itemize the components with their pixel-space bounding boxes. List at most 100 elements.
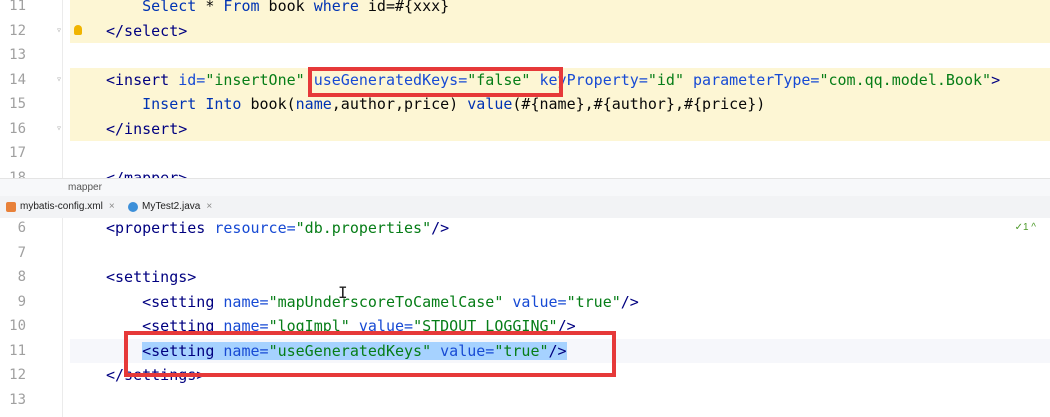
code-text: <insert id="insertOne" useGeneratedKeys=… bbox=[106, 68, 1050, 93]
code-text: </insert> bbox=[106, 117, 1050, 142]
code-text: <setting name="mapUnderscoreToCamelCase"… bbox=[106, 290, 1050, 315]
highlight-box-usegeneratedkeys-false bbox=[308, 67, 563, 97]
code-token: <settings> bbox=[106, 268, 197, 286]
code-token: Insert bbox=[142, 95, 197, 113]
breadcrumb[interactable]: mapper bbox=[0, 178, 1050, 196]
code-token: <insert bbox=[106, 70, 179, 89]
code-text: </select> bbox=[106, 19, 1050, 44]
line-number: 13 bbox=[9, 391, 26, 408]
code-token: </mapper> bbox=[106, 168, 188, 179]
code-line[interactable]: 6 <properties resource="db.properties"/> bbox=[0, 218, 1050, 241]
line-number: 12 bbox=[9, 22, 26, 39]
code-line[interactable]: 7 bbox=[0, 241, 1050, 266]
line-number: 9 bbox=[17, 293, 26, 310]
code-line[interactable]: 8 <settings> bbox=[0, 265, 1050, 290]
code-token: "mapUnderscoreToCamelCase" bbox=[268, 292, 504, 311]
xml-file-icon bbox=[6, 202, 16, 212]
tab-label: mybatis-config.xml bbox=[20, 201, 103, 212]
code-token: </select> bbox=[106, 21, 188, 40]
fold-marker-icon[interactable]: ▿ bbox=[56, 25, 65, 35]
line-number: 16 bbox=[9, 120, 26, 137]
code-token: <properties bbox=[106, 219, 215, 237]
editor-tab-bar: mybatis-config.xml × MyTest2.java × bbox=[0, 196, 1050, 220]
java-class-icon bbox=[128, 202, 138, 212]
line-number: 8 bbox=[17, 269, 26, 285]
line-number: 11 bbox=[9, 0, 26, 14]
code-text: </mapper> bbox=[106, 166, 1050, 179]
code-token: /> bbox=[431, 219, 450, 237]
code-token: value bbox=[467, 95, 513, 113]
code-line[interactable]: 17 bbox=[0, 141, 1050, 166]
inspection-widget[interactable]: ✓1 ^ bbox=[1015, 222, 1036, 233]
code-token: "com.qq.model.Book" bbox=[819, 70, 992, 89]
code-token: value= bbox=[512, 292, 567, 311]
code-line[interactable]: 9 <setting name="mapUnderscoreToCamelCas… bbox=[0, 290, 1050, 315]
line-number: 10 bbox=[9, 318, 26, 334]
code-text: <properties resource="db.properties"/> bbox=[106, 218, 1050, 241]
code-line[interactable]: 18 </mapper> bbox=[0, 166, 1050, 179]
code-token: "id" bbox=[647, 70, 684, 89]
code-token: From bbox=[223, 0, 260, 15]
line-number: 12 bbox=[9, 367, 26, 383]
code-token: book bbox=[259, 0, 314, 15]
code-line[interactable]: 13 bbox=[0, 388, 1050, 413]
line-number: 13 bbox=[9, 47, 26, 63]
code-token: "db.properties" bbox=[295, 219, 432, 237]
code-token: id=#{xxx} bbox=[358, 0, 450, 15]
code-line[interactable]: 11 Select * From book where id=#{xxx} bbox=[0, 0, 1050, 19]
line-number: 6 bbox=[17, 220, 26, 236]
code-token: name bbox=[295, 95, 332, 113]
code-token: "true" bbox=[566, 292, 621, 311]
code-token: </insert> bbox=[106, 119, 188, 138]
line-number: 15 bbox=[9, 96, 26, 112]
close-icon[interactable]: × bbox=[109, 196, 115, 218]
code-token: id= bbox=[178, 70, 206, 89]
code-line[interactable]: 12 ▿ </select> bbox=[0, 18, 1050, 44]
code-token: /> bbox=[620, 292, 639, 311]
code-token: where bbox=[313, 0, 359, 15]
tab-mybatis-config[interactable]: mybatis-config.xml × bbox=[6, 196, 118, 220]
code-token: "insertOne" bbox=[205, 70, 305, 89]
code-token: (#{name},#{author},#{price}) bbox=[512, 95, 766, 113]
code-text: <settings> bbox=[106, 265, 1050, 290]
code-token: <setting bbox=[142, 292, 224, 311]
code-line[interactable]: 13 bbox=[0, 43, 1050, 68]
code-token: resource= bbox=[214, 219, 296, 237]
code-token: ,author,price) bbox=[331, 95, 468, 113]
code-token: * bbox=[196, 0, 224, 15]
code-line[interactable]: 16 ▿ </insert> bbox=[0, 116, 1050, 142]
code-text: Insert Into book(name,author,price) valu… bbox=[106, 92, 1050, 117]
close-icon[interactable]: × bbox=[206, 196, 212, 218]
code-text: Select * From book where id=#{xxx} bbox=[106, 0, 1050, 19]
mybatis-config-editor-pane[interactable]: 6 <properties resource="db.properties"/> 7… bbox=[0, 218, 1050, 417]
code-token: book( bbox=[241, 95, 296, 113]
line-number: 11 bbox=[9, 342, 26, 359]
line-number: 18 bbox=[9, 169, 26, 179]
intention-bulb-icon[interactable] bbox=[74, 24, 82, 35]
fold-marker-icon[interactable]: ▿ bbox=[56, 123, 65, 133]
breadcrumb-item[interactable]: mapper bbox=[68, 179, 102, 196]
line-number: 17 bbox=[9, 145, 26, 161]
code-token: Select bbox=[142, 0, 197, 15]
mapper-editor-pane[interactable]: 11 Select * From book where id=#{xxx} 12 ▿… bbox=[0, 0, 1050, 178]
fold-marker-icon[interactable]: ▿ bbox=[56, 74, 65, 84]
code-token: > bbox=[991, 70, 1001, 89]
tab-mytest2[interactable]: MyTest2.java × bbox=[128, 196, 228, 218]
code-token: Into bbox=[205, 95, 242, 113]
tab-label: MyTest2.java bbox=[142, 201, 201, 212]
code-token: parameterType= bbox=[693, 70, 820, 89]
line-number: 14 bbox=[9, 71, 26, 88]
highlight-box-usegeneratedkeys-setting bbox=[124, 331, 616, 377]
code-token: name= bbox=[223, 292, 269, 311]
line-number: 7 bbox=[17, 244, 26, 261]
mouse-cursor-icon: I bbox=[338, 283, 348, 302]
